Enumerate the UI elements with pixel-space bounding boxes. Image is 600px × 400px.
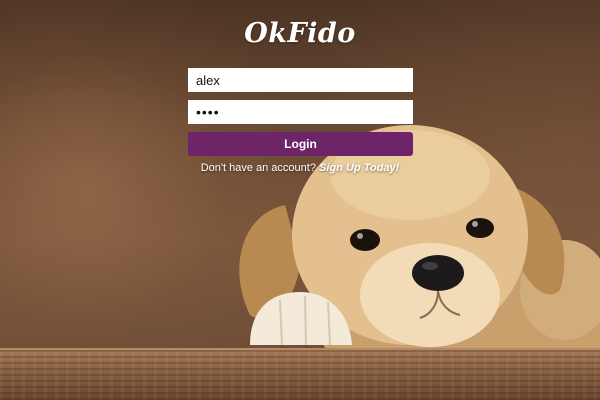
signup-link[interactable]: Sign Up Today! <box>319 162 399 174</box>
login-button[interactable]: Login <box>188 132 413 156</box>
puppy-right-eye <box>466 218 494 238</box>
username-field[interactable] <box>188 68 413 92</box>
app-logo: OkFido <box>244 18 356 49</box>
signup-prompt-text: Don't have an account? <box>200 162 316 174</box>
wooden-table <box>0 348 600 400</box>
puppy-left-eye <box>350 229 380 251</box>
login-form: Login <box>188 68 413 156</box>
password-field[interactable] <box>188 100 413 124</box>
background-photo <box>0 0 600 400</box>
puppy-image <box>239 125 600 400</box>
signup-prompt: Don't have an account? Sign Up Today! <box>0 162 600 174</box>
puppy-nose <box>412 255 464 291</box>
